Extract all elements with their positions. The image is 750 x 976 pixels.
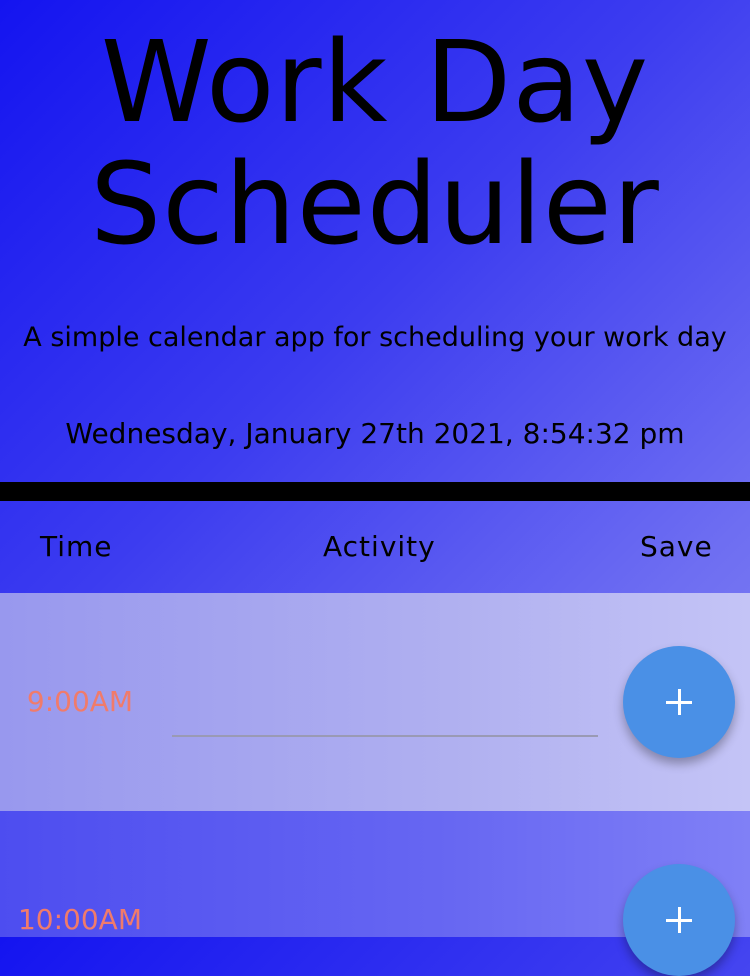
plus-icon bbox=[666, 907, 692, 933]
time-block-row: 9:00AM bbox=[0, 593, 750, 811]
column-header-activity: Activity bbox=[323, 530, 436, 563]
save-button[interactable] bbox=[623, 864, 735, 976]
current-datetime: Wednesday, January 27th 2021, 8:54:32 pm bbox=[65, 417, 685, 450]
page-header: Work Day Scheduler A simple calendar app … bbox=[0, 0, 750, 482]
hour-label: 9:00AM bbox=[26, 685, 134, 718]
header-divider bbox=[0, 482, 750, 501]
column-header-save: Save bbox=[640, 530, 713, 563]
page-title-line1: Work Day bbox=[100, 18, 650, 148]
page-title-line2: Scheduler bbox=[90, 140, 660, 270]
page-subtitle: A simple calendar app for scheduling you… bbox=[23, 322, 727, 353]
column-header-time: Time bbox=[40, 530, 113, 563]
activity-input[interactable] bbox=[172, 695, 598, 737]
plus-icon bbox=[666, 689, 692, 715]
save-button[interactable] bbox=[623, 646, 735, 758]
hour-label: 10:00AM bbox=[17, 903, 142, 936]
time-block-row: 10:00AM bbox=[0, 811, 750, 976]
page-title: Work Day Scheduler bbox=[0, 22, 750, 266]
